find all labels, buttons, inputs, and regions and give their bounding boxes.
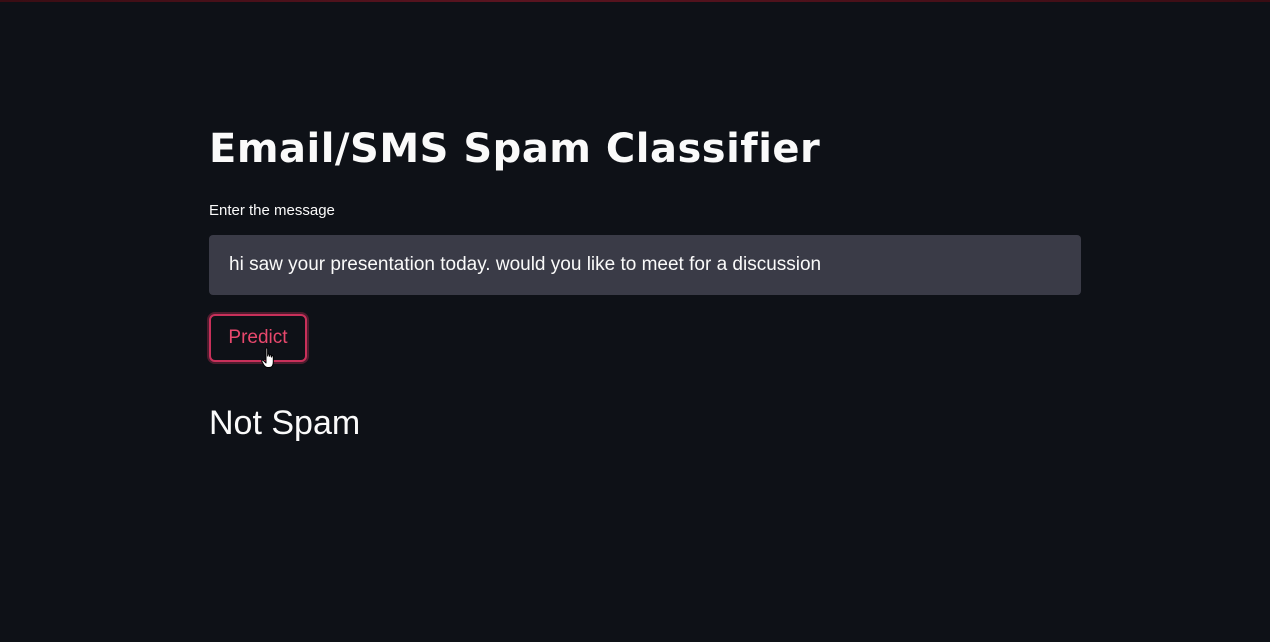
hand-pointer-icon — [261, 347, 274, 368]
message-input[interactable] — [209, 235, 1081, 295]
page-title: Email/SMS Spam Classifier — [209, 126, 821, 172]
message-input-label: Enter the message — [209, 202, 335, 219]
predict-button[interactable]: Predict — [209, 314, 307, 362]
top-decoration-bar — [0, 0, 1270, 2]
prediction-result: Not Spam — [209, 404, 361, 442]
